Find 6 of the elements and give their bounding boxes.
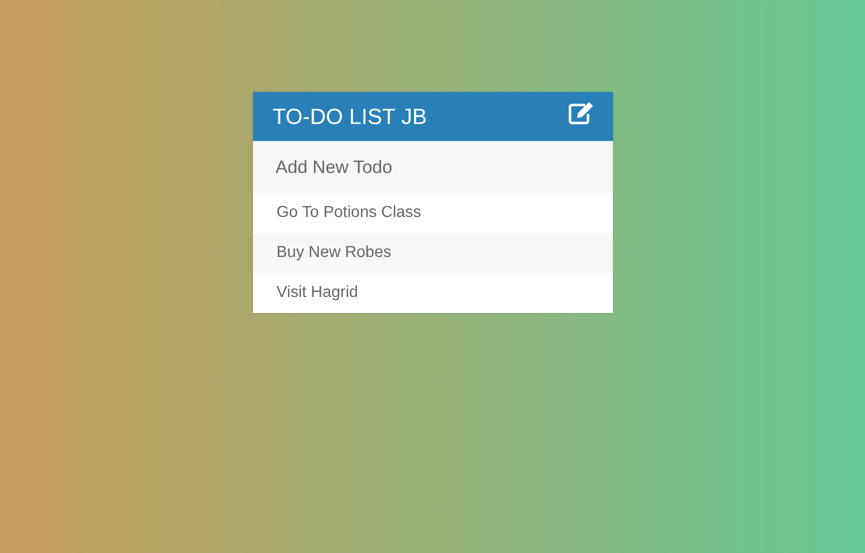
- new-todo-field[interactable]: Add New Todo: [252, 141, 612, 193]
- todo-item[interactable]: Visit Hagrid: [252, 273, 612, 313]
- todo-item[interactable]: Go To Potions Class: [252, 193, 612, 233]
- todo-item[interactable]: Buy New Robes: [252, 233, 612, 273]
- card-title: TO-DO LIST JB: [272, 104, 427, 130]
- edit-icon[interactable]: [568, 100, 594, 124]
